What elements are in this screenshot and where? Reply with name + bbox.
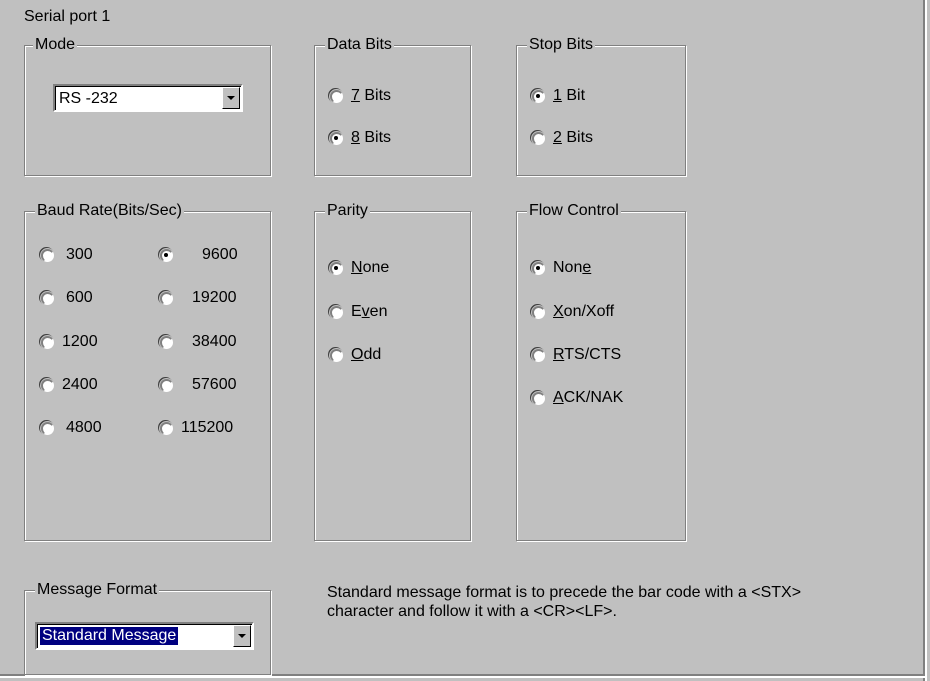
radio-icon	[41, 421, 54, 435]
radio-label: 115200	[181, 419, 234, 436]
radio-icon	[41, 248, 54, 262]
radio-label: Xon/Xoff	[553, 303, 615, 320]
radio-icon	[160, 378, 173, 392]
radio-parity-none[interactable]: None	[330, 259, 389, 277]
stop-bits-group: Stop Bits	[516, 35, 686, 176]
radio-icon	[532, 261, 545, 275]
radio-icon	[160, 335, 173, 349]
radio-flow-xon-xoff[interactable]: Xon/Xoff	[532, 303, 614, 321]
radio-label: None	[351, 259, 390, 276]
radio-icon	[41, 291, 54, 305]
radio-data-bits-7[interactable]: 7 Bits	[330, 87, 391, 105]
radio-label: 1200	[62, 333, 98, 350]
message-format-legend: Message Format	[35, 580, 160, 600]
radio-icon	[330, 305, 343, 319]
radio-label: ACK/NAK	[553, 389, 624, 406]
radio-icon	[160, 291, 173, 305]
radio-stop-bits-1[interactable]: 1 Bit	[532, 87, 585, 105]
radio-icon	[532, 348, 545, 362]
mode-select[interactable]: RS -232	[53, 84, 243, 112]
description-line-1: Standard message format is to precede th…	[327, 584, 802, 601]
message-format-select-value: Standard Message	[38, 626, 180, 646]
radio-label: 19200	[192, 289, 237, 306]
radio-flow-none[interactable]: None	[532, 259, 591, 277]
radio-baud-600[interactable]: 600	[41, 289, 93, 307]
radio-stop-bits-2[interactable]: 2 Bits	[532, 129, 593, 147]
radio-baud-9600[interactable]: 9600	[160, 246, 238, 264]
section-title: Serial port 1	[24, 8, 111, 25]
radio-label: None	[553, 259, 592, 276]
radio-icon	[330, 348, 343, 362]
radio-label: 4800	[66, 419, 102, 436]
chevron-down-icon	[227, 96, 235, 100]
radio-flow-ack-nak[interactable]: ACK/NAK	[532, 389, 623, 407]
radio-label: 2400	[62, 376, 98, 393]
radio-label: 300	[66, 246, 93, 263]
radio-baud-115200[interactable]: 115200	[160, 419, 233, 437]
radio-icon	[330, 131, 343, 145]
mode-legend: Mode	[33, 35, 78, 55]
radio-icon	[160, 248, 173, 262]
flow-control-legend: Flow Control	[527, 201, 621, 221]
radio-parity-even[interactable]: Even	[330, 303, 387, 321]
mode-dropdown-button[interactable]	[222, 87, 240, 109]
radio-label: 600	[66, 289, 93, 306]
description-line-2: character and follow it with a <CR><LF>.	[327, 603, 617, 620]
radio-icon	[532, 89, 545, 103]
radio-baud-300[interactable]: 300	[41, 246, 93, 264]
data-bits-legend: Data Bits	[325, 35, 394, 55]
message-format-select[interactable]: Standard Message	[35, 622, 254, 650]
radio-icon	[41, 378, 54, 392]
radio-icon	[41, 335, 54, 349]
radio-label: Odd	[351, 346, 382, 363]
radio-label: 2 Bits	[553, 129, 594, 146]
radio-data-bits-8[interactable]: 8 Bits	[330, 129, 391, 147]
radio-icon	[160, 421, 173, 435]
baud-rate-legend: Baud Rate(Bits/Sec)	[35, 201, 184, 221]
message-format-description: Standard message format is to precede th…	[327, 583, 801, 621]
radio-label: 7 Bits	[351, 87, 392, 104]
radio-baud-38400[interactable]: 38400	[160, 333, 237, 351]
radio-label: 38400	[192, 333, 237, 350]
radio-label: 9600	[202, 246, 238, 263]
radio-icon	[532, 305, 545, 319]
radio-icon	[330, 261, 343, 275]
radio-baud-1200[interactable]: 1200	[41, 333, 98, 351]
radio-baud-4800[interactable]: 4800	[41, 419, 102, 437]
radio-baud-57600[interactable]: 57600	[160, 376, 237, 394]
stop-bits-legend: Stop Bits	[527, 35, 596, 55]
data-bits-group: Data Bits	[314, 35, 471, 176]
chevron-down-icon	[238, 634, 246, 638]
radio-flow-rts-cts[interactable]: RTS/CTS	[532, 346, 621, 364]
parity-legend: Parity	[325, 201, 370, 221]
radio-baud-2400[interactable]: 2400	[41, 376, 98, 394]
message-format-dropdown-button[interactable]	[233, 625, 251, 647]
radio-icon	[532, 391, 545, 405]
radio-label: 8 Bits	[351, 129, 392, 146]
radio-label: RTS/CTS	[553, 346, 622, 363]
radio-label: Even	[351, 303, 388, 320]
radio-baud-19200[interactable]: 19200	[160, 289, 237, 307]
mode-select-value: RS -232	[59, 90, 118, 107]
radio-label: 57600	[192, 376, 237, 393]
radio-label: 1 Bit	[553, 87, 586, 104]
radio-icon	[532, 131, 545, 145]
radio-parity-odd[interactable]: Odd	[330, 346, 381, 364]
radio-icon	[330, 89, 343, 103]
